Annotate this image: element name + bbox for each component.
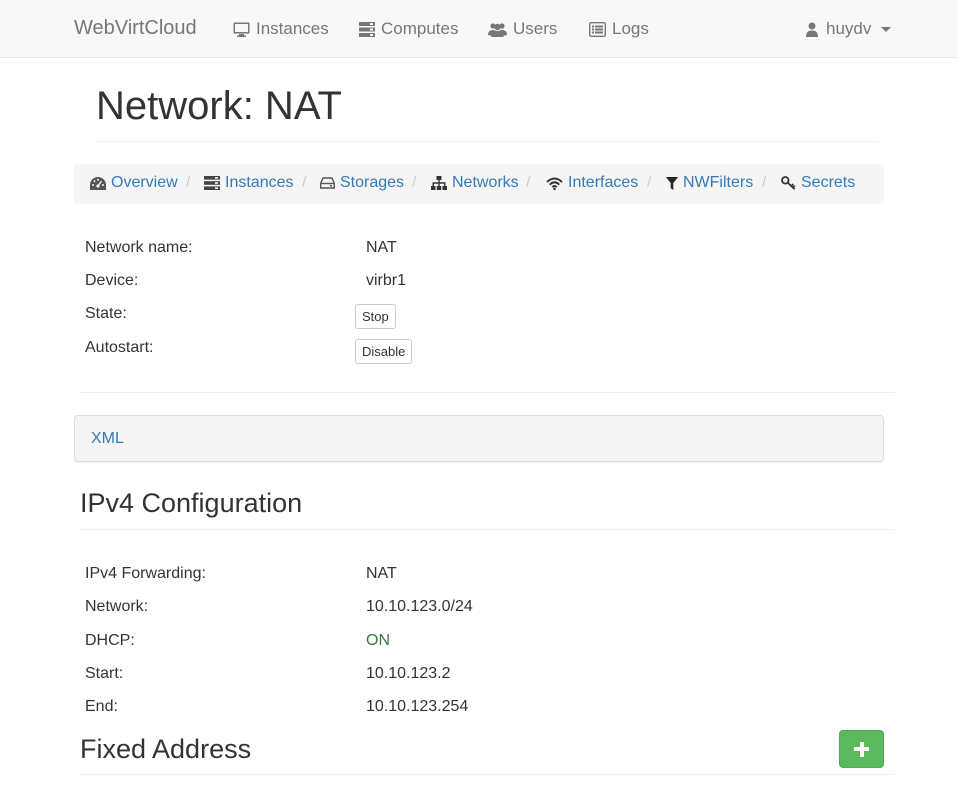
xml-panel: XML [74, 415, 884, 462]
subnav-networks[interactable]: Networks [431, 174, 519, 192]
dhcp-status-value: ON [366, 632, 390, 649]
list-icon [589, 21, 606, 37]
nav-logs-label: Logs [612, 19, 649, 38]
divider [79, 774, 895, 775]
user-name: huydv [826, 19, 872, 38]
add-fixed-address-button[interactable] [839, 730, 884, 768]
device-label: Device: [85, 272, 139, 289]
nav-instances-label: Instances [256, 19, 329, 38]
fixed-address-section-title: Fixed Address [80, 734, 252, 764]
disable-autostart-button[interactable]: Disable [355, 339, 413, 364]
brand-logo[interactable]: WebVirtCloud [74, 17, 197, 40]
ipv4-network-label: Network: [85, 598, 149, 615]
nav-computes[interactable]: Computes [359, 19, 458, 39]
user-icon [806, 22, 818, 37]
nav-users-label: Users [513, 19, 558, 38]
users-icon [488, 22, 507, 37]
subnav-nwfilters-label: NWFilters [683, 174, 754, 191]
ipv4-network-value: 10.10.123.0/24 [366, 598, 473, 615]
subnav-overview[interactable]: Overview [90, 174, 178, 192]
subnav-instances[interactable]: Instances [204, 174, 293, 192]
host-subnav: Overview / Instances / Storages / Networ… [74, 164, 884, 204]
subnav-networks-label: Networks [452, 174, 519, 191]
divider [79, 529, 895, 530]
ipv4-forwarding-label: IPv4 Forwarding: [85, 565, 206, 582]
wifi-icon [546, 177, 563, 190]
dhcp-label: DHCP: [85, 632, 135, 649]
state-label: State: [85, 305, 127, 322]
dashboard-icon [90, 176, 106, 190]
subnav-overview-label: Overview [111, 174, 178, 191]
nav-logs[interactable]: Logs [589, 19, 649, 39]
dhcp-start-value: 10.10.123.2 [366, 665, 451, 682]
dhcp-end-value: 10.10.123.254 [366, 698, 469, 715]
ipv4-section-title: IPv4 Configuration [80, 488, 303, 518]
breadcrumb-separator: / [526, 174, 531, 191]
xml-toggle-link[interactable]: XML [91, 430, 124, 448]
network-name-value: NAT [366, 239, 397, 256]
breadcrumb-separator: / [762, 174, 767, 191]
subnav-secrets[interactable]: Secrets [781, 174, 855, 192]
subnav-storages[interactable]: Storages [320, 174, 404, 192]
nav-users[interactable]: Users [488, 19, 557, 39]
breadcrumb-separator: / [647, 174, 652, 191]
monitor-icon [233, 22, 250, 37]
page-title: Network: NAT [96, 84, 342, 128]
ipv4-forwarding-value: NAT [366, 565, 397, 582]
filter-icon [666, 176, 678, 190]
server-icon [204, 176, 220, 190]
dhcp-end-label: End: [85, 698, 118, 715]
network-name-label: Network name: [85, 239, 193, 256]
stop-button[interactable]: Stop [355, 304, 396, 329]
dhcp-start-label: Start: [85, 665, 124, 682]
chevron-down-icon [881, 26, 892, 32]
subnav-nwfilters[interactable]: NWFilters [666, 174, 753, 192]
device-value: virbr1 [366, 272, 407, 289]
plus-icon-vertical [859, 741, 864, 757]
breadcrumb-separator: / [186, 174, 191, 191]
autostart-label: Autostart: [85, 339, 154, 356]
subnav-instances-label: Instances [225, 174, 294, 191]
navbar: WebVirtCloud Instances Computes Users Lo… [0, 0, 957, 58]
subnav-storages-label: Storages [340, 174, 405, 191]
subnav-interfaces-label: Interfaces [568, 174, 639, 191]
breadcrumb-separator: / [412, 174, 417, 191]
server-icon [359, 21, 375, 37]
user-menu-dropdown[interactable]: huydv [806, 19, 892, 39]
nav-instances[interactable]: Instances [233, 19, 329, 39]
nav-computes-label: Computes [381, 19, 459, 38]
hdd-icon [320, 177, 335, 189]
key-icon [781, 176, 796, 190]
title-divider [96, 141, 878, 142]
sitemap-icon [431, 176, 447, 190]
subnav-interfaces[interactable]: Interfaces [546, 174, 638, 192]
subnav-secrets-label: Secrets [801, 174, 856, 191]
divider [79, 392, 895, 393]
breadcrumb-separator: / [302, 174, 307, 191]
